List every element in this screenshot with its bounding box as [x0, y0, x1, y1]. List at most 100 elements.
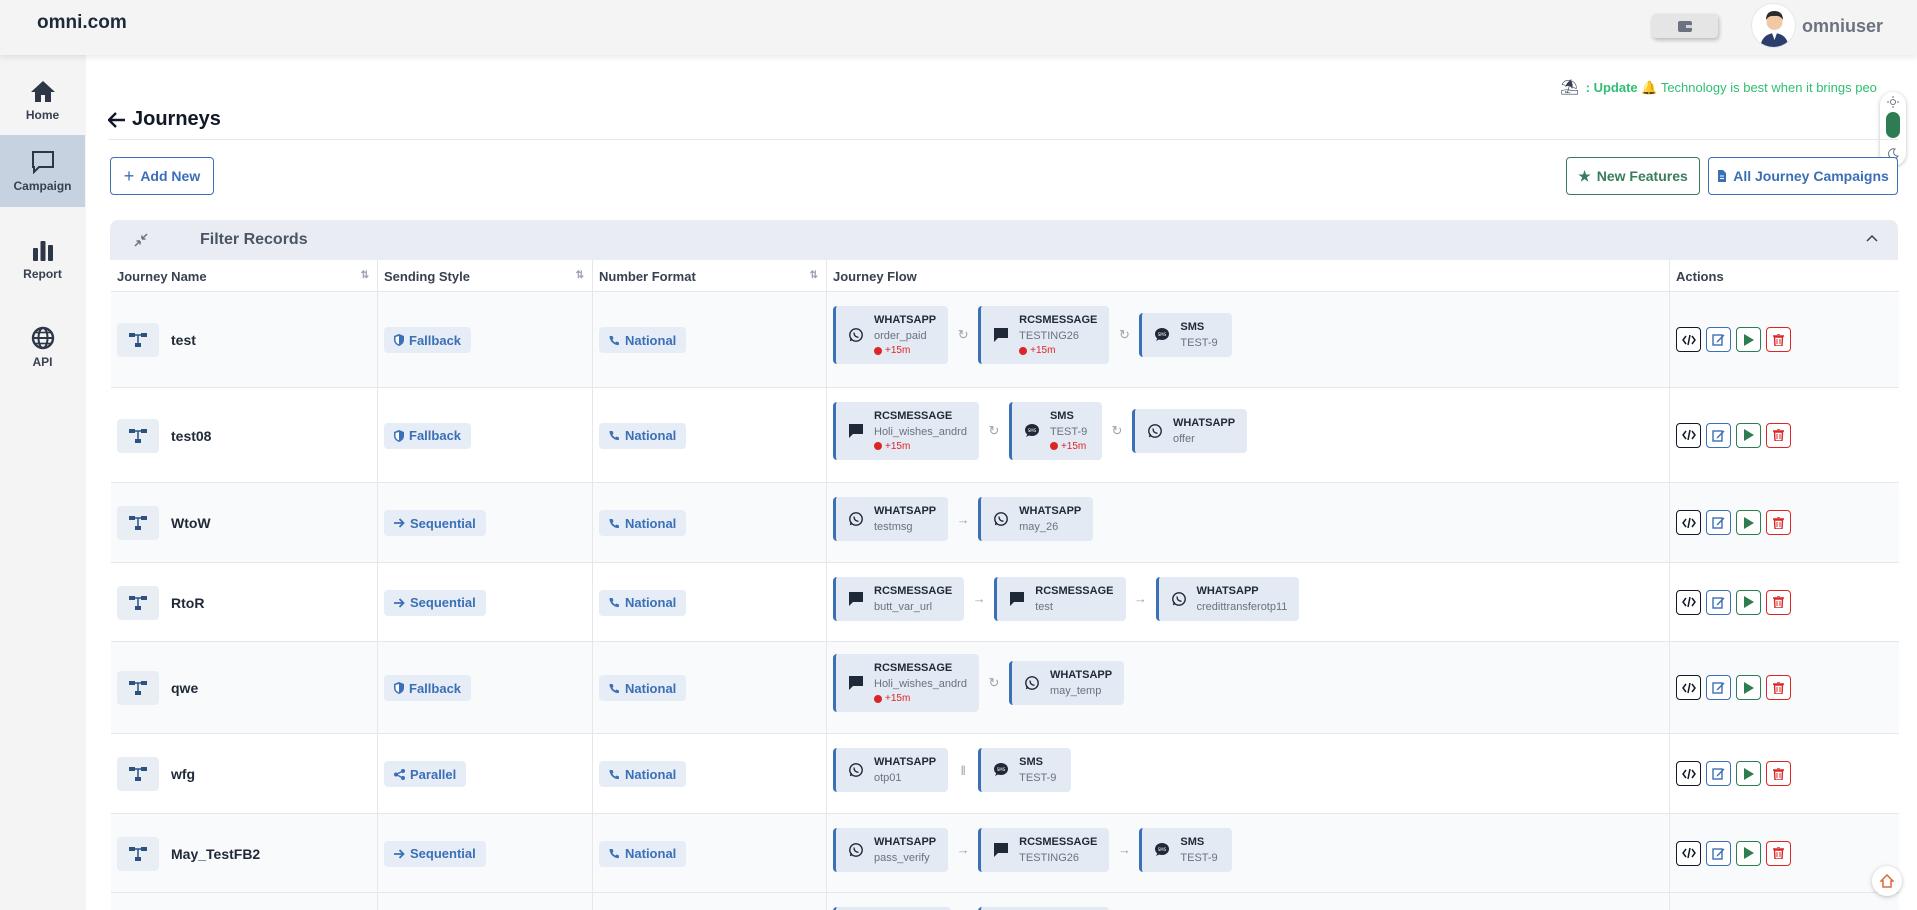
flow-step[interactable]: RCSMESSAGE TESTING26 [978, 827, 1110, 872]
clock-icon [1049, 442, 1058, 450]
play-icon [1744, 429, 1754, 441]
run-button[interactable] [1736, 589, 1761, 615]
edit-button[interactable] [1706, 422, 1731, 448]
delete-button[interactable] [1766, 327, 1791, 352]
play-icon [1744, 596, 1754, 608]
run-button[interactable] [1736, 422, 1761, 448]
flow-step[interactable]: WHATSAPP testmsg [833, 497, 949, 541]
view-code-button[interactable] [1676, 675, 1701, 700]
back-arrow-icon[interactable] [108, 111, 126, 128]
delete-button[interactable] [1766, 761, 1791, 786]
step-template: testmsg [874, 521, 913, 533]
flow-step[interactable]: RCSMESSAGE Holi_wishes_andrd +15m [833, 401, 979, 460]
flow-step[interactable]: SMS SMS TEST-9 [1139, 827, 1233, 872]
view-code-button[interactable] [1676, 327, 1701, 352]
sidebar-item-report[interactable]: Report [0, 224, 85, 294]
sidebar-item-home[interactable]: Home [0, 65, 85, 135]
flow-step[interactable]: WHATSAPP otp01 [833, 748, 949, 792]
view-code-button[interactable] [1676, 840, 1701, 866]
journey-name[interactable]: qwe [171, 680, 198, 696]
flow-step[interactable]: SMS SMS TEST-9 +15m [1008, 401, 1102, 460]
edit-button[interactable] [1706, 840, 1731, 866]
flow-connector: ↻ [988, 422, 1000, 438]
run-button[interactable] [1736, 840, 1761, 866]
scroll-to-top-button[interactable] [1872, 866, 1902, 896]
run-button[interactable] [1736, 675, 1761, 700]
run-button[interactable] [1736, 327, 1761, 352]
journey-name[interactable]: RtoR [171, 595, 204, 611]
delete-button[interactable] [1766, 422, 1791, 448]
actions-cell [1670, 388, 1899, 482]
edit-button[interactable] [1706, 327, 1731, 352]
journey-name[interactable]: wfg [171, 766, 195, 782]
edit-button[interactable] [1706, 761, 1731, 786]
avatar[interactable] [1751, 3, 1796, 48]
column-header-number-format[interactable]: Number Format ⇅ [593, 260, 827, 292]
filter-records-bar[interactable]: Filter Records [110, 220, 1898, 260]
code-icon [1681, 334, 1696, 345]
theme-toggle-knob[interactable] [1886, 112, 1900, 138]
step-channel: WHATSAPP [1049, 669, 1113, 681]
column-header-journey-name[interactable]: Journey Name ⇅ [111, 260, 378, 292]
flow-step[interactable]: SMS SMS TEST-9 [978, 748, 1072, 792]
sort-icon[interactable]: ⇅ [576, 270, 584, 281]
journey-name[interactable]: WtoW [171, 515, 211, 531]
step-template: TESTING26 [1019, 851, 1080, 864]
sending-style-cell: Sequential [378, 814, 593, 892]
step-channel: WHATSAPP [1019, 505, 1082, 517]
delete-button[interactable] [1766, 840, 1791, 866]
view-code-button[interactable] [1676, 422, 1701, 448]
sending-style-badge: Sequential [384, 840, 486, 867]
delete-button[interactable] [1766, 675, 1791, 700]
flow-step[interactable]: WHATSAPP may_26 [978, 497, 1094, 541]
theme-toggle[interactable] [1880, 92, 1906, 166]
journey-name[interactable]: test [171, 332, 196, 348]
flow-step[interactable]: WHATSAPP may_temp [1008, 661, 1125, 705]
journey-flow-cell [827, 893, 1670, 910]
view-code-button[interactable] [1676, 761, 1701, 786]
flow-step[interactable]: RCSMESSAGE butt_var_url [833, 576, 965, 621]
all-journey-campaigns-button[interactable]: All Journey Campaigns [1708, 157, 1898, 195]
journey-flow: WHATSAPP order_paid +15m ↻ RCSMESSAGE TESTING… [833, 306, 1233, 364]
phone-icon [609, 335, 619, 345]
flow-step[interactable]: WHATSAPP order_paid +15m [833, 306, 949, 364]
flow-step[interactable]: RCSMESSAGE test [994, 576, 1126, 621]
journey-name[interactable]: test08 [171, 428, 211, 444]
flow-step[interactable]: WHATSAPP offer [1131, 408, 1248, 453]
chevron-up-icon[interactable] [1866, 234, 1878, 242]
edit-button[interactable] [1706, 589, 1731, 615]
shield-icon [394, 682, 404, 694]
view-code-button[interactable] [1676, 510, 1701, 535]
delete-button[interactable] [1766, 589, 1791, 615]
number-format-label: National [625, 766, 677, 782]
wallet-button[interactable] [1652, 14, 1718, 38]
message-icon [1010, 591, 1025, 606]
new-features-button[interactable]: ★ New Features [1566, 157, 1700, 195]
sort-icon[interactable]: ⇅ [810, 270, 818, 281]
delete-button[interactable] [1766, 510, 1791, 535]
flow-connector: ‖ [960, 762, 966, 778]
brand-logo[interactable]: omni.com [37, 12, 127, 34]
trash-icon [1773, 767, 1784, 780]
journey-name[interactable]: May_TestFB2 [171, 846, 260, 862]
edit-button[interactable] [1706, 510, 1731, 535]
column-header-sending-style[interactable]: Sending Style ⇅ [378, 260, 593, 292]
flow-step[interactable]: SMS SMS TEST-9 [1139, 313, 1233, 357]
run-button[interactable] [1736, 761, 1761, 786]
flow-step[interactable]: WHATSAPP credittransferotp11 [1155, 576, 1300, 621]
sort-icon[interactable]: ⇅ [361, 270, 369, 281]
update-notice: ⛱ : Update 🔔 Technology is best when it … [1560, 78, 1895, 96]
sending-style-label: Fallback [409, 428, 462, 443]
username[interactable]: omniuser [1802, 16, 1883, 37]
sidebar-item-label: Report [23, 266, 62, 281]
edit-button[interactable] [1706, 675, 1731, 700]
phone-icon [609, 598, 619, 608]
run-button[interactable] [1736, 510, 1761, 535]
view-code-button[interactable] [1676, 589, 1701, 615]
add-new-button[interactable]: + Add New [110, 157, 214, 195]
flow-step[interactable]: WHATSAPP pass_verify [833, 827, 949, 872]
flow-step[interactable]: RCSMESSAGE Holi_wishes_andrd +15m [833, 654, 979, 712]
sidebar-item-api[interactable]: API [0, 312, 85, 382]
flow-step[interactable]: RCSMESSAGE TESTING26 +15m [978, 306, 1110, 364]
sidebar-item-campaign[interactable]: Campaign [0, 135, 85, 207]
